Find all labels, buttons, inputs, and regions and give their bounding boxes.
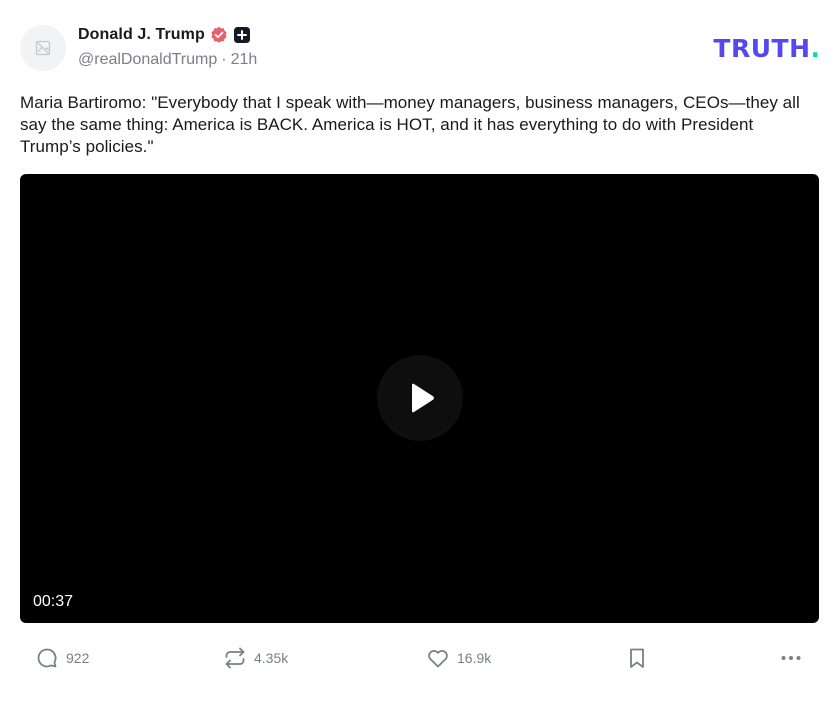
repost-button[interactable]: 4.35k: [223, 640, 288, 676]
truth-logo[interactable]: TRUTH.: [713, 33, 821, 63]
post-header: Donald J. Trump @realDonaldTrump · 21h T…: [20, 24, 820, 74]
bookmark-button[interactable]: [625, 640, 649, 676]
play-button[interactable]: [377, 355, 463, 441]
more-icon: [781, 656, 801, 660]
bookmark-icon: [630, 648, 644, 668]
logo-text: TRUTH: [713, 33, 811, 63]
truth-post: Donald J. Trump @realDonaldTrump · 21h T…: [0, 0, 840, 702]
like-count: 16.9k: [457, 650, 492, 666]
logo-dot: .: [810, 33, 821, 63]
video-player[interactable]: 00:37: [20, 174, 819, 623]
author-display-name[interactable]: Donald J. Trump: [78, 26, 205, 44]
repost-count: 4.35k: [254, 650, 289, 666]
reply-count: 922: [66, 650, 90, 666]
separator-dot: ·: [221, 51, 227, 68]
comment-icon: [37, 648, 57, 668]
post-text: Maria Bartiromo: "Everybody that I speak…: [20, 93, 800, 156]
action-bar: 922 4.35k 16.9k: [20, 640, 820, 676]
heart-icon: [428, 649, 448, 668]
verified-badge-icon: [210, 26, 228, 44]
author-handle-row: @realDonaldTrump · 21h: [78, 51, 257, 69]
more-options-button[interactable]: [779, 640, 803, 676]
reply-button[interactable]: 922: [35, 640, 89, 676]
post-timestamp[interactable]: 21h: [231, 51, 258, 69]
play-icon: [412, 383, 434, 413]
image-placeholder-icon: [35, 40, 51, 56]
author-handle[interactable]: @realDonaldTrump: [78, 51, 217, 69]
repost-icon: [225, 647, 245, 669]
plus-badge-icon: [233, 26, 251, 44]
like-button[interactable]: 16.9k: [426, 640, 491, 676]
author-name-row: Donald J. Trump: [78, 24, 251, 46]
video-duration: 00:37: [33, 593, 74, 610]
avatar[interactable]: [20, 25, 66, 71]
